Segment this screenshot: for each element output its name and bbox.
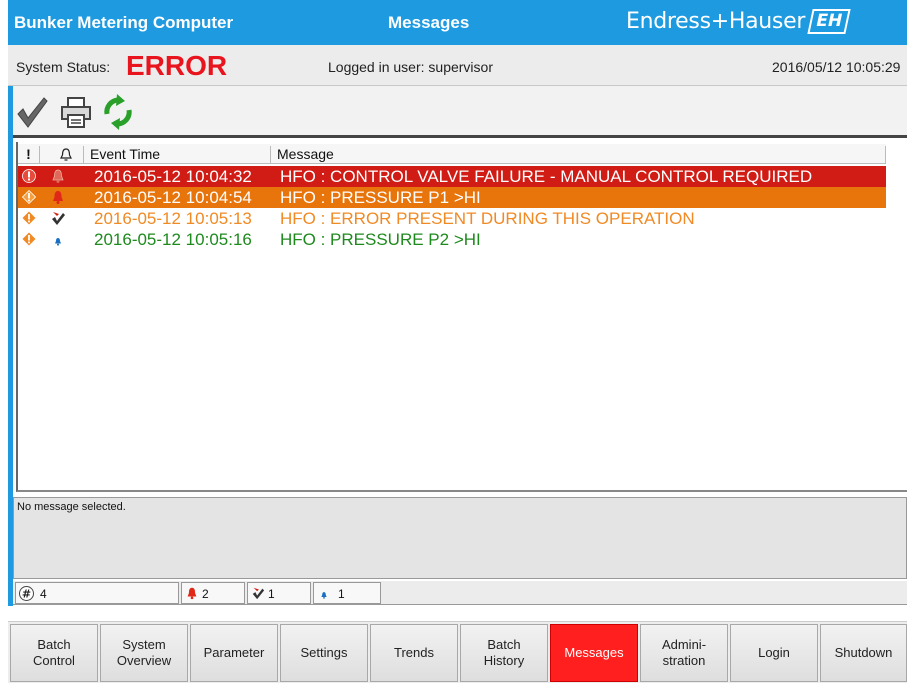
bell-icon: [59, 148, 72, 161]
message-list[interactable]: ! Event Time Message 2016-05-12 10:04:32…: [16, 142, 907, 492]
nav-trends[interactable]: Trends: [370, 624, 458, 682]
active-count: 2: [181, 582, 245, 604]
alarm-active-icon: [52, 169, 64, 183]
nav-parameter[interactable]: Parameter: [190, 624, 278, 682]
refresh-button[interactable]: [101, 94, 135, 130]
nav-system-overview[interactable]: System Overview: [100, 624, 188, 682]
alarm-acknowledged-icon: [252, 587, 265, 600]
brand-logo: EH: [807, 9, 851, 34]
nav-shutdown[interactable]: Shutdown: [820, 624, 907, 682]
check-icon: [17, 97, 48, 128]
logged-in-user: Logged in user: supervisor: [328, 59, 493, 75]
printer-icon: [61, 97, 91, 128]
nav-administration[interactable]: Admini- stration: [640, 624, 728, 682]
acknowledged-count-value: 1: [268, 587, 275, 601]
alarm-active-icon: [53, 191, 63, 204]
alarm-cleared-icon: [55, 238, 61, 246]
message-row[interactable]: 2016-05-12 10:04:32 HFO : CONTROL VALVE …: [18, 166, 886, 187]
nav-messages[interactable]: Messages: [550, 624, 638, 682]
system-status-value: ERROR: [126, 50, 228, 81]
nav-login[interactable]: Login: [730, 624, 818, 682]
message-counters: # 4 2 1 1: [13, 581, 907, 605]
message-list-header: ! Event Time Message: [18, 144, 886, 164]
event-time: 2016-05-12 10:04:54: [94, 188, 252, 207]
nav-batch-history[interactable]: Batch History: [460, 624, 548, 682]
cleared-count: 1: [313, 582, 381, 604]
acknowledge-button[interactable]: [15, 94, 49, 130]
message-row[interactable]: 2016-05-12 10:05:16 HFO : PRESSURE P2 >H…: [18, 229, 886, 250]
refresh-icon: [104, 94, 132, 130]
app-title: Bunker Metering Computer: [14, 13, 234, 32]
event-time: 2016-05-12 10:05:16: [94, 230, 252, 249]
event-time: 2016-05-12 10:05:13: [94, 209, 252, 228]
priority-critical-icon: [22, 169, 36, 183]
nav-settings[interactable]: Settings: [280, 624, 368, 682]
system-status-label: System Status:: [16, 59, 111, 75]
message-detail-text: No message selected.: [17, 501, 126, 513]
column-header-priority[interactable]: !: [18, 146, 40, 163]
alarm-acknowledged-icon: [52, 212, 65, 225]
hash-icon: #: [19, 586, 34, 601]
priority-warning-icon: [22, 232, 36, 246]
alarm-cleared-icon: [321, 592, 327, 599]
date-time: 2016/05/12 10:05:29: [772, 59, 901, 75]
column-header-message[interactable]: Message: [271, 146, 886, 163]
priority-warning-icon: [22, 211, 36, 225]
title-bar: Bunker Metering Computer Messages Endres…: [8, 0, 907, 45]
priority-warning-icon: [22, 190, 36, 204]
active-count-value: 2: [202, 587, 209, 601]
alarm-active-icon: [187, 587, 197, 600]
total-count: # 4: [15, 582, 179, 604]
event-time: 2016-05-12 10:04:32: [94, 167, 252, 186]
event-message: HFO : PRESSURE P2 >HI: [280, 230, 481, 249]
cleared-count-value: 1: [338, 587, 345, 601]
screen-title: Messages: [388, 13, 470, 32]
brand-name: Endress+Hauser: [626, 9, 806, 34]
event-message: HFO : PRESSURE P1 >HI: [280, 188, 481, 207]
acknowledged-count: 1: [247, 582, 311, 604]
nav-batch-control[interactable]: Batch Control: [10, 624, 98, 682]
svg-text:#: #: [22, 588, 31, 601]
toolbar: [13, 86, 907, 138]
column-header-alarm[interactable]: [40, 146, 84, 163]
message-row[interactable]: 2016-05-12 10:04:54 HFO : PRESSURE P1 >H…: [18, 187, 886, 208]
total-count-value: 4: [40, 587, 47, 601]
status-bar: System Status: ERROR Logged in user: sup…: [8, 45, 907, 86]
event-message: HFO : ERROR PRESENT DURING THIS OPERATIO…: [280, 209, 695, 228]
column-header-event-time[interactable]: Event Time: [84, 146, 271, 163]
navigation-bar: Batch Control System Overview Parameter …: [8, 621, 907, 683]
message-row[interactable]: 2016-05-12 10:05:13 HFO : ERROR PRESENT …: [18, 208, 886, 229]
print-button[interactable]: [59, 94, 93, 130]
event-message: HFO : CONTROL VALVE FAILURE - MANUAL CON…: [280, 167, 813, 186]
message-detail-pane: No message selected.: [13, 497, 907, 579]
